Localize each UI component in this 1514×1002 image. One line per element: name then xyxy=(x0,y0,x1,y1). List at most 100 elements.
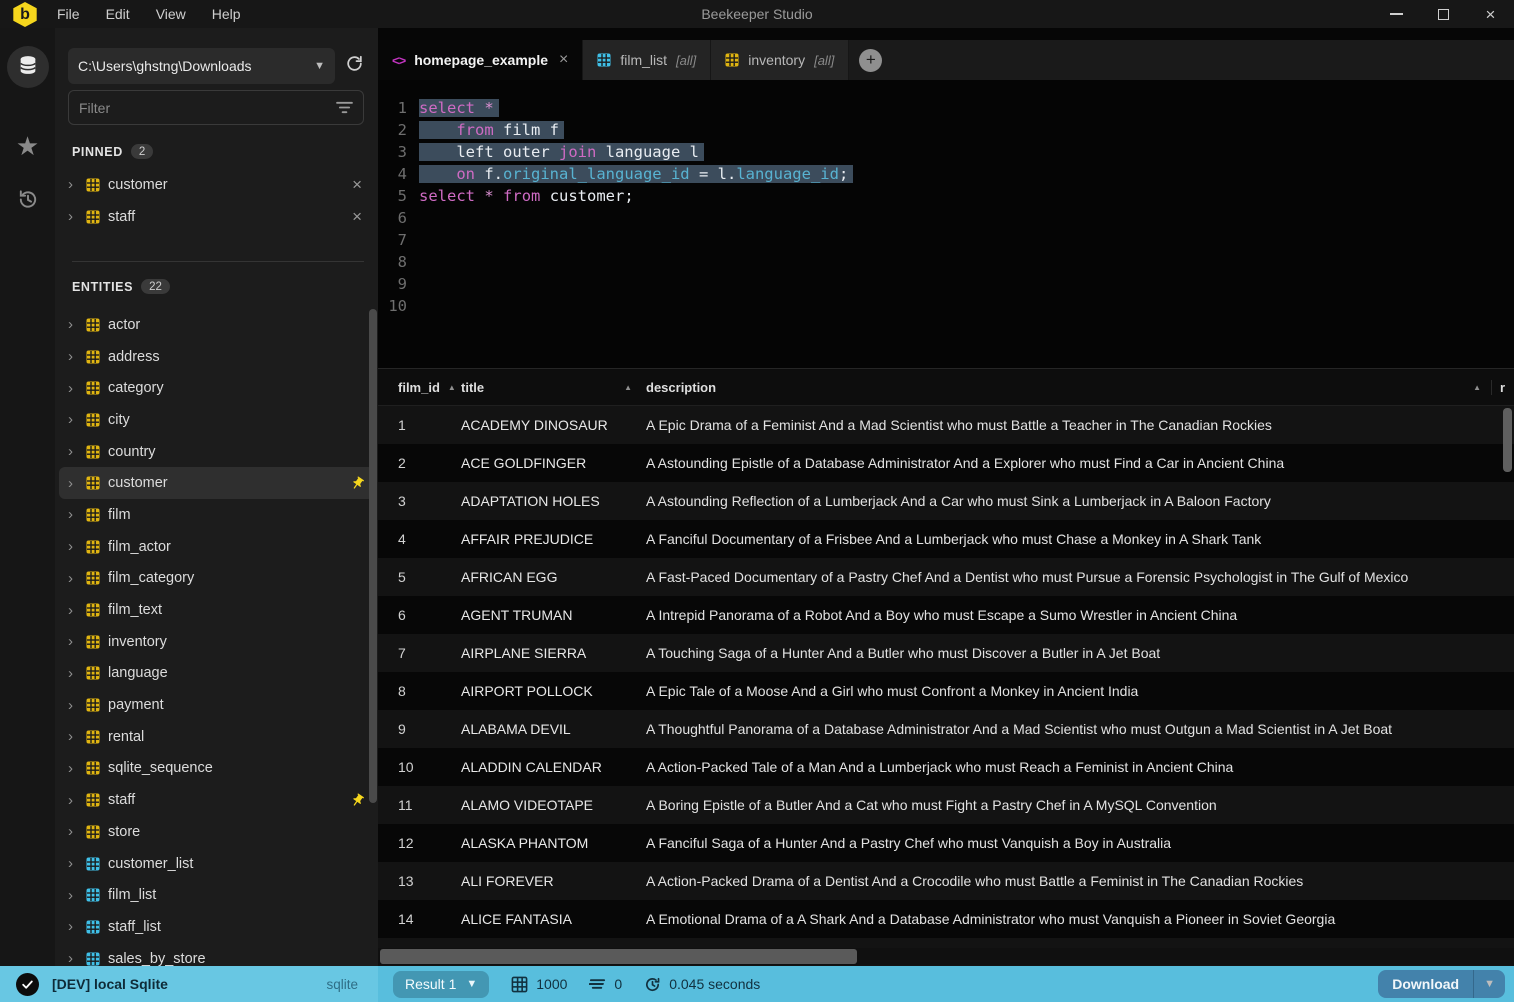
sidebar-item-address[interactable]: › address xyxy=(59,341,374,373)
table-row[interactable]: 6 AGENT TRUMAN A Intrepid Panorama of a Ro… xyxy=(378,596,1514,634)
sort-asc-icon: ▲ xyxy=(447,382,456,392)
chevron-right-icon[interactable]: › xyxy=(68,666,78,681)
chevron-right-icon[interactable]: › xyxy=(68,381,78,396)
history-nav-button[interactable] xyxy=(16,188,39,216)
chevron-right-icon[interactable]: › xyxy=(68,824,78,839)
chevron-right-icon[interactable]: › xyxy=(68,888,78,903)
vertical-scrollbar[interactable] xyxy=(1503,408,1512,472)
download-button[interactable]: Download ▼ xyxy=(1378,970,1505,998)
menu-edit[interactable]: Edit xyxy=(106,6,130,22)
close-tab-icon[interactable]: × xyxy=(557,51,568,69)
sidebar-item-film_text[interactable]: › film_text xyxy=(59,594,374,626)
table-row[interactable]: 2 ACE GOLDFINGER A Astounding Epistle of a… xyxy=(378,444,1514,482)
minimize-button[interactable] xyxy=(1373,0,1420,28)
sidebar-item-payment[interactable]: › payment xyxy=(59,689,374,721)
sidebar-item-rental[interactable]: › rental xyxy=(59,721,374,753)
sidebar-item-customer[interactable]: › customer xyxy=(59,467,374,500)
tab-inventory[interactable]: inventory [all] xyxy=(711,40,850,80)
chevron-right-icon[interactable]: › xyxy=(68,476,78,491)
table-row[interactable]: 9 ALABAMA DEVIL A Thoughtful Panorama of a… xyxy=(378,710,1514,748)
chevron-right-icon[interactable]: › xyxy=(68,412,78,427)
chevron-right-icon[interactable]: › xyxy=(68,349,78,364)
chevron-right-icon[interactable]: › xyxy=(68,444,78,459)
chevron-right-icon[interactable]: › xyxy=(68,571,78,586)
line-number: 5 xyxy=(397,187,407,205)
sidebar-item-film_category[interactable]: › film_category xyxy=(59,563,374,595)
chevron-right-icon[interactable]: › xyxy=(68,507,78,522)
unpin-icon[interactable]: × xyxy=(349,208,365,225)
column-header-title[interactable]: title ▲ xyxy=(461,380,646,395)
sidebar-item-film[interactable]: › film xyxy=(59,499,374,531)
menu-file[interactable]: File xyxy=(57,6,80,22)
chevron-right-icon[interactable]: › xyxy=(68,634,78,649)
menu-help[interactable]: Help xyxy=(212,6,241,22)
column-header-description[interactable]: description ▲ xyxy=(646,379,1492,395)
tab-film_list[interactable]: film_list [all] xyxy=(583,40,712,80)
table-row[interactable]: 13 ALI FOREVER A Action-Packed Drama of a … xyxy=(378,862,1514,900)
unpin-icon[interactable]: × xyxy=(349,176,365,193)
sidebar-item-inventory[interactable]: › inventory xyxy=(59,626,374,658)
sidebar-item-actor[interactable]: › actor xyxy=(59,309,374,341)
sql-editor[interactable]: 1 2 3 4 5 6 7 8 9 10 select * from film f left ou… xyxy=(378,80,1514,413)
new-tab-button[interactable]: + xyxy=(859,48,883,72)
table-row[interactable]: 5 AFRICAN EGG A Fast-Paced Documentary of … xyxy=(378,558,1514,596)
column-header-partial[interactable]: r xyxy=(1492,380,1514,395)
chevron-right-icon[interactable]: › xyxy=(68,177,78,192)
database-nav-button[interactable] xyxy=(6,46,49,88)
close-button[interactable]: × xyxy=(1467,0,1514,28)
connection-select[interactable]: C:\Users\ghstng\Downloads ▼ xyxy=(68,48,335,84)
horizontal-scrollbar-thumb[interactable] xyxy=(380,949,857,964)
sidebar-item-sales_by_store[interactable]: › sales_by_store xyxy=(59,943,374,966)
sidebar-item-staff_list[interactable]: › staff_list xyxy=(59,911,374,943)
chevron-right-icon[interactable]: › xyxy=(68,209,78,224)
chevron-right-icon[interactable]: › xyxy=(68,793,78,808)
sidebar-item-category[interactable]: › category xyxy=(59,372,374,404)
sidebar-item-staff[interactable]: › staff xyxy=(59,784,374,816)
chevron-right-icon[interactable]: › xyxy=(68,729,78,744)
refresh-button[interactable] xyxy=(345,54,364,78)
table-row[interactable]: 1 ACADEMY DINOSAUR A Epic Drama of a Femin… xyxy=(378,406,1514,444)
sidebar-item-language[interactable]: › language xyxy=(59,658,374,690)
pinned-item-customer[interactable]: › customer × xyxy=(59,169,374,201)
chevron-right-icon[interactable]: › xyxy=(68,856,78,871)
sidebar-scrollbar[interactable] xyxy=(369,309,377,803)
sidebar-item-store[interactable]: › store xyxy=(59,816,374,848)
sidebar-item-customer_list[interactable]: › customer_list xyxy=(59,848,374,880)
table-row[interactable]: 7 AIRPLANE SIERRA A Touching Saga of a Hun… xyxy=(378,634,1514,672)
column-header-film-id[interactable]: film_id ▲ xyxy=(378,380,461,395)
table-row[interactable]: 10 ALADDIN CALENDAR A Action-Packed Tale o… xyxy=(378,748,1514,786)
chevron-right-icon[interactable]: › xyxy=(68,761,78,776)
table-row[interactable]: 14 ALICE FANTASIA A Emotional Drama of a A… xyxy=(378,900,1514,938)
table-row[interactable]: 3 ADAPTATION HOLES A Astounding Reflection… xyxy=(378,482,1514,520)
connection-status[interactable]: [DEV] local Sqlite sqlite xyxy=(0,966,378,1002)
download-options-caret[interactable]: ▼ xyxy=(1473,970,1505,998)
pinned-item-staff[interactable]: › staff × xyxy=(59,201,374,233)
table-row[interactable]: 12 ALASKA PHANTOM A Fanciful Saga of a Hun… xyxy=(378,824,1514,862)
menu-view[interactable]: View xyxy=(156,6,186,22)
result-tab-selector[interactable]: Result 1 ▼ xyxy=(393,970,490,998)
download-button-label[interactable]: Download xyxy=(1378,976,1473,992)
filter-input[interactable] xyxy=(79,99,336,116)
token: left outer xyxy=(419,143,559,161)
sidebar-item-sqlite_sequence[interactable]: › sqlite_sequence xyxy=(59,753,374,785)
chevron-right-icon[interactable]: › xyxy=(68,317,78,332)
chevron-right-icon[interactable]: › xyxy=(68,603,78,618)
chevron-right-icon[interactable]: › xyxy=(68,698,78,713)
results-table[interactable]: 1 ACADEMY DINOSAUR A Epic Drama of a Femin… xyxy=(378,406,1514,966)
chevron-right-icon[interactable]: › xyxy=(68,919,78,934)
chevron-right-icon[interactable]: › xyxy=(68,951,78,966)
sidebar-item-country[interactable]: › country xyxy=(59,436,374,468)
chevron-right-icon[interactable]: › xyxy=(68,539,78,554)
close-icon: × xyxy=(1485,4,1496,24)
table-row[interactable]: 4 AFFAIR PREJUDICE A Fanciful Documentary … xyxy=(378,520,1514,558)
maximize-button[interactable] xyxy=(1420,0,1467,28)
sidebar-item-city[interactable]: › city xyxy=(59,404,374,436)
sidebar-item-film_list[interactable]: › film_list xyxy=(59,879,374,911)
tab-homepage_example[interactable]: <> homepage_example × xyxy=(378,40,584,80)
sidebar: C:\Users\ghstng\Downloads ▼ PINNED 2 › cu… xyxy=(55,28,378,966)
favorites-nav-button[interactable]: ★ xyxy=(16,131,39,162)
table-icon xyxy=(86,413,100,427)
table-row[interactable]: 11 ALAMO VIDEOTAPE A Boring Epistle of a B… xyxy=(378,786,1514,824)
sidebar-item-film_actor[interactable]: › film_actor xyxy=(59,531,374,563)
table-row[interactable]: 8 AIRPORT POLLOCK A Epic Tale of a Moose A… xyxy=(378,672,1514,710)
